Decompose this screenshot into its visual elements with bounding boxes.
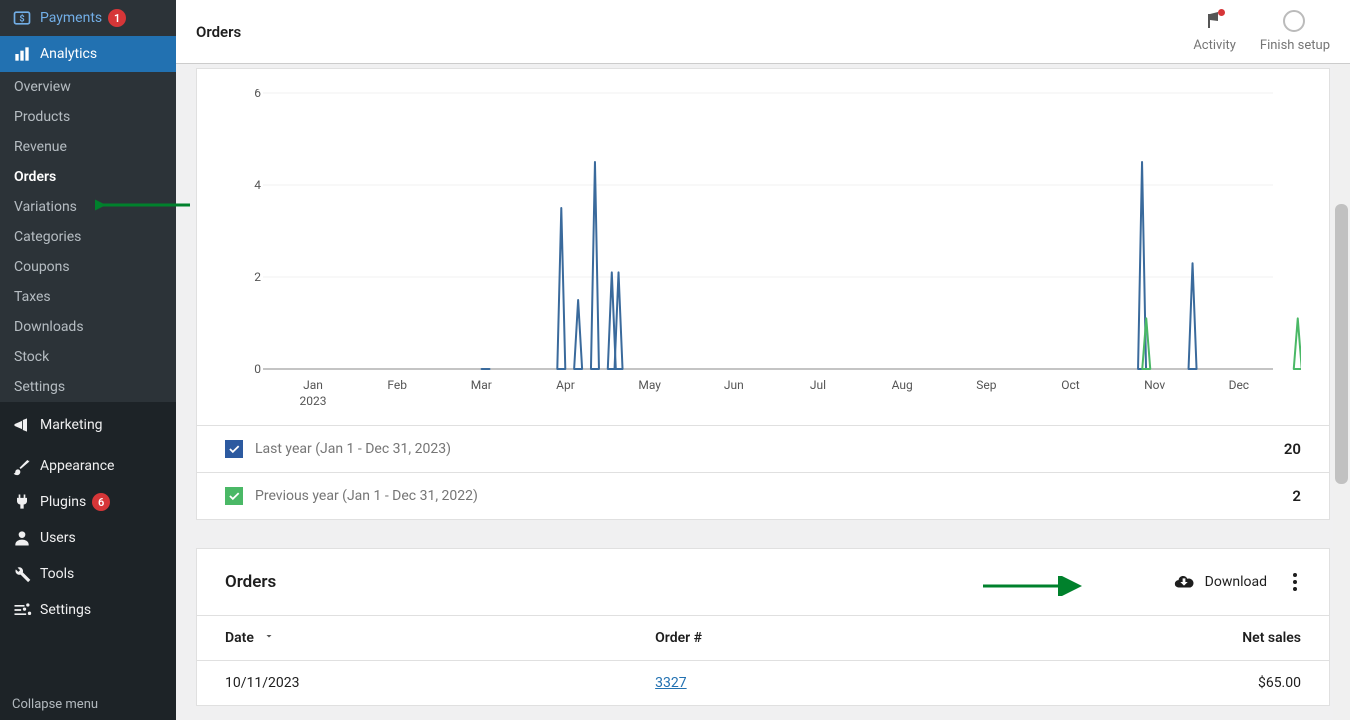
sidebar-item-tools[interactable]: Tools (0, 556, 176, 592)
orders-chart: 0 2 4 6 Jan Feb Mar Apr May Jun Jul Aug Sep Oct Nov Dec… (225, 89, 1301, 419)
svg-text:May: May (638, 378, 661, 392)
download-label: Download (1205, 574, 1267, 590)
submenu-taxes[interactable]: Taxes (0, 282, 176, 312)
sidebar-item-payments[interactable]: $ Payments 1 (0, 0, 176, 36)
page-title: Orders (196, 23, 241, 41)
more-menu-button[interactable] (1289, 569, 1301, 595)
payments-badge: 1 (108, 9, 126, 27)
sidebar-label: Plugins (40, 494, 86, 510)
plugins-badge: 6 (92, 493, 110, 511)
submenu-coupons[interactable]: Coupons (0, 252, 176, 282)
orders-card-title: Orders (225, 572, 276, 592)
svg-text:4: 4 (254, 178, 261, 192)
checkbox-last-year[interactable] (225, 440, 243, 458)
wrench-icon (12, 564, 32, 584)
sidebar-item-settings[interactable]: Settings (0, 592, 176, 628)
legend-label: Previous year (Jan 1 - Dec 31, 2022) (255, 488, 478, 504)
sidebar-item-users[interactable]: Users (0, 520, 176, 556)
sidebar-label: Users (40, 530, 76, 546)
svg-text:Sep: Sep (976, 378, 996, 392)
sidebar-item-analytics[interactable]: Analytics (0, 36, 176, 72)
svg-text:Feb: Feb (387, 378, 407, 392)
finish-setup-button[interactable]: Finish setup (1260, 10, 1330, 53)
cloud-download-icon (1173, 571, 1195, 593)
cell-net-sales: $65.00 (959, 661, 1329, 706)
main-area: Orders Activity Finish setup (176, 0, 1350, 720)
sidebar-label: Tools (40, 566, 74, 582)
admin-sidebar: $ Payments 1 Analytics Overview Products… (0, 0, 176, 720)
legend-label: Last year (Jan 1 - Dec 31, 2023) (255, 441, 451, 457)
sidebar-item-appearance[interactable]: Appearance (0, 448, 176, 484)
svg-text:2: 2 (254, 270, 261, 284)
sidebar-label: Settings (40, 602, 91, 618)
submenu-settings[interactable]: Settings (0, 372, 176, 402)
vertical-scrollbar[interactable] (1333, 64, 1350, 720)
megaphone-icon (12, 415, 32, 435)
sidebar-label: Marketing (40, 417, 103, 433)
svg-text:Jun: Jun (724, 378, 744, 392)
submenu-overview[interactable]: Overview (0, 72, 176, 102)
payments-icon: $ (12, 8, 32, 28)
sidebar-item-plugins[interactable]: Plugins 6 (0, 484, 176, 520)
legend-last-year[interactable]: Last year (Jan 1 - Dec 31, 2023) 20 (197, 425, 1329, 472)
svg-text:Jul: Jul (810, 378, 826, 392)
finish-setup-label: Finish setup (1260, 38, 1330, 53)
svg-text:Oct: Oct (1061, 378, 1080, 392)
svg-text:Aug: Aug (892, 378, 913, 392)
download-button[interactable]: Download (1173, 571, 1267, 593)
sidebar-label: Analytics (40, 46, 97, 62)
order-link[interactable]: 3327 (655, 675, 686, 691)
orders-table: Date Order # Net sales 10/11/2023 3327 $65… (197, 615, 1329, 705)
plug-icon (12, 492, 32, 512)
sidebar-item-marketing[interactable]: Marketing (0, 407, 176, 443)
col-order-no[interactable]: Order # (627, 616, 959, 661)
submenu-categories[interactable]: Categories (0, 222, 176, 252)
svg-text:Dec: Dec (1229, 378, 1250, 392)
collapse-menu[interactable]: Collapse menu (0, 689, 176, 720)
submenu-products[interactable]: Products (0, 102, 176, 132)
svg-text:Apr: Apr (556, 378, 575, 392)
sidebar-label: Appearance (40, 458, 114, 474)
submenu-variations[interactable]: Variations (0, 192, 176, 222)
chevron-down-icon (263, 630, 275, 642)
legend-previous-year[interactable]: Previous year (Jan 1 - Dec 31, 2022) 2 (197, 472, 1329, 519)
submenu-revenue[interactable]: Revenue (0, 132, 176, 162)
legend-value: 2 (1292, 487, 1301, 505)
activity-icon (1203, 10, 1227, 34)
orders-card: Orders Download (196, 548, 1330, 706)
svg-text:Nov: Nov (1144, 378, 1165, 392)
activity-label: Activity (1193, 38, 1236, 53)
content-scroll[interactable]: 0 2 4 6 Jan Feb Mar Apr May Jun Jul Aug Sep Oct Nov Dec… (176, 64, 1350, 720)
chart-card: 0 2 4 6 Jan Feb Mar Apr May Jun Jul Aug Sep Oct Nov Dec… (196, 68, 1330, 520)
submenu-orders[interactable]: Orders (0, 162, 176, 192)
sliders-icon (12, 600, 32, 620)
svg-text:Mar: Mar (471, 378, 492, 392)
submenu-downloads[interactable]: Downloads (0, 312, 176, 342)
topbar: Orders Activity Finish setup (176, 0, 1350, 64)
submenu-stock[interactable]: Stock (0, 342, 176, 372)
annotation-arrow-download (979, 576, 1089, 596)
svg-text:6: 6 (254, 89, 261, 100)
cell-date: 10/11/2023 (197, 661, 627, 706)
finish-setup-icon (1283, 10, 1307, 34)
scrollbar-thumb[interactable] (1335, 204, 1348, 484)
brush-icon (12, 456, 32, 476)
collapse-label: Collapse menu (12, 697, 98, 712)
col-net-sales[interactable]: Net sales (959, 616, 1329, 661)
table-row: 10/11/2023 3327 $65.00 (197, 661, 1329, 706)
analytics-icon (12, 44, 32, 64)
analytics-submenu: Overview Products Revenue Orders Variati… (0, 72, 176, 402)
svg-text:2023: 2023 (300, 394, 327, 408)
svg-text:0: 0 (254, 362, 261, 376)
svg-text:Jan: Jan (303, 378, 323, 392)
activity-button[interactable]: Activity (1193, 10, 1236, 53)
sidebar-label: Payments (40, 10, 102, 26)
col-date[interactable]: Date (197, 616, 627, 661)
legend-value: 20 (1284, 440, 1301, 458)
checkbox-previous-year[interactable] (225, 487, 243, 505)
svg-text:$: $ (19, 13, 24, 24)
user-icon (12, 528, 32, 548)
